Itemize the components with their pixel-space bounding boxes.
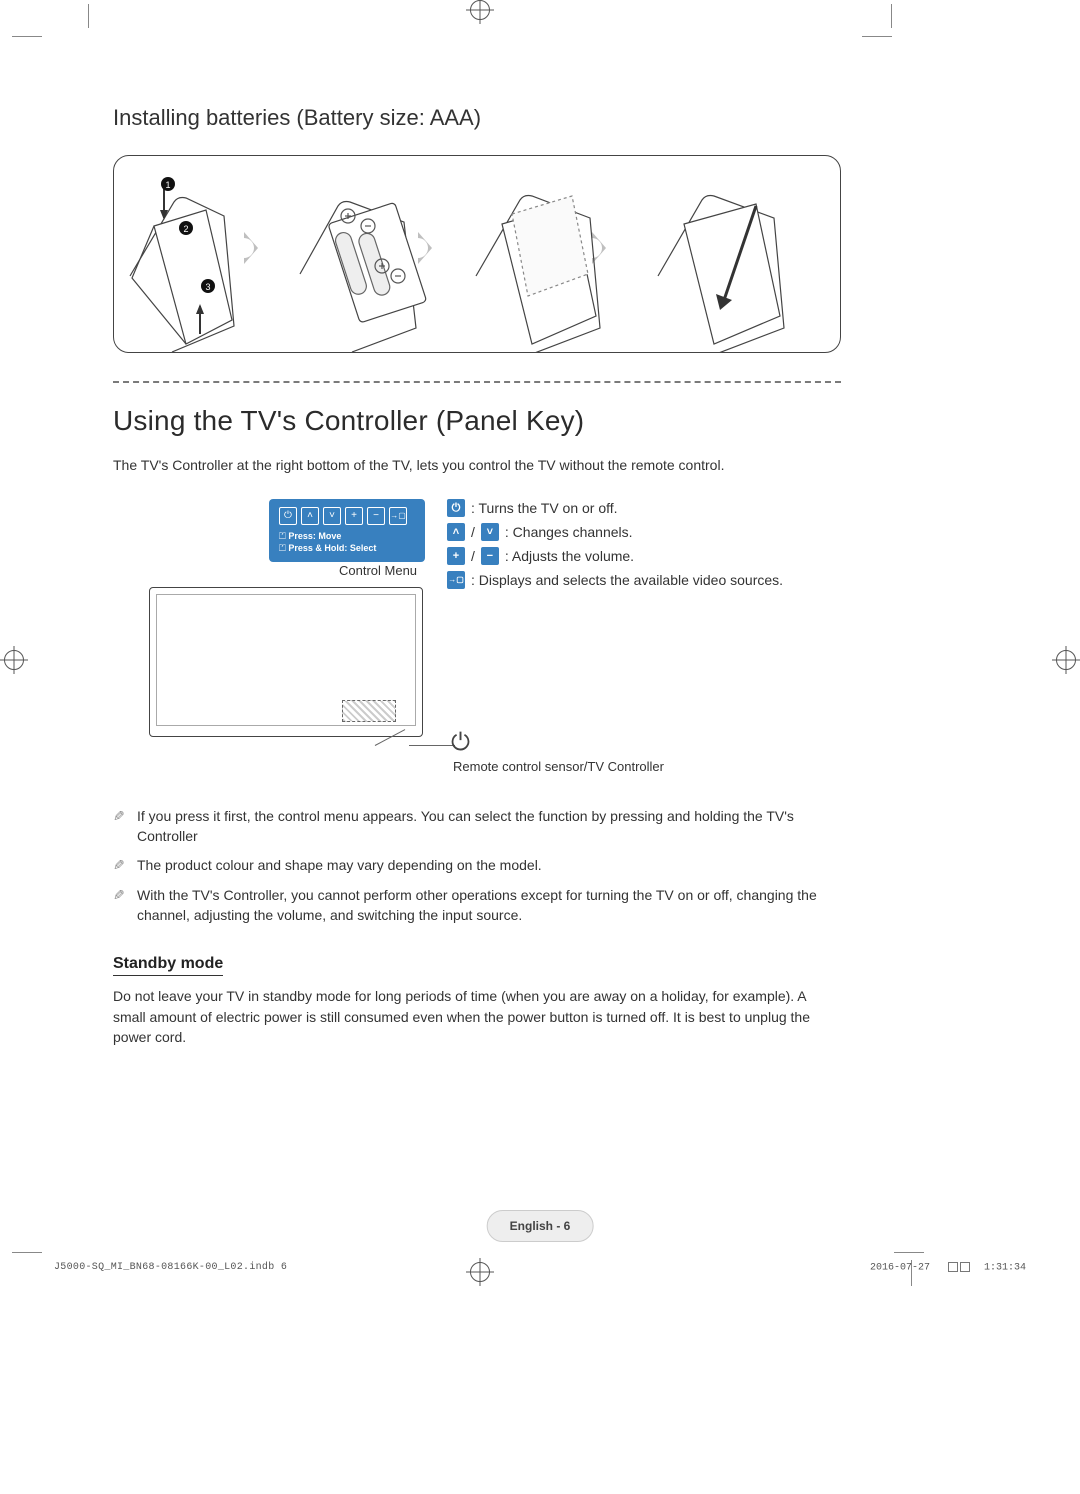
power-icon: ⏻	[447, 499, 465, 517]
note-item: With the TV's Controller, you cannot per…	[113, 886, 841, 925]
power-icon: ⏻	[279, 507, 297, 525]
press-hold-text: ⏍ Press & Hold: Select	[279, 543, 415, 554]
crop-mark	[894, 1252, 924, 1253]
notes-list: If you press it first, the control menu …	[113, 807, 841, 925]
crop-mark	[862, 36, 892, 37]
page-footer-pill: English - 6	[487, 1210, 594, 1242]
battery-install-svg: 1 2 3	[114, 156, 840, 352]
control-menu-label: Control Menu	[339, 563, 417, 578]
note-item: If you press it first, the control menu …	[113, 807, 841, 846]
minus-icon: −	[481, 547, 499, 565]
print-footer-right: 2016-07-27 1:31:34	[870, 1262, 1026, 1274]
leader-line	[409, 745, 455, 746]
power-icon: ⏻	[451, 729, 470, 757]
heading-using-controller: Using the TV's Controller (Panel Key)	[113, 405, 841, 437]
legend-channels-text: : Changes channels.	[505, 524, 633, 540]
svg-text:3: 3	[205, 282, 210, 292]
controller-location-marker	[342, 700, 396, 722]
registration-mark-icon	[4, 650, 24, 670]
sensor-label: Remote control sensor/TV Controller	[453, 759, 664, 774]
registration-mark-icon	[470, 0, 490, 20]
legend-volume-text: : Adjusts the volume.	[505, 548, 634, 564]
control-menu-box: ⏻ ˄ ˅ + − →▢ ⏍ Press: Move ⏍ Press & Hol…	[269, 499, 425, 562]
source-icon: →▢	[389, 507, 407, 525]
minus-icon: −	[367, 507, 385, 525]
print-footer-left: J5000-SQ_MI_BN68-08166K-00_L02.indb 6	[54, 1262, 287, 1273]
crop-mark	[12, 36, 42, 37]
tv-outline-diagram	[149, 587, 423, 737]
battery-install-diagram: 1 2 3	[113, 155, 841, 353]
note-item: The product colour and shape may vary de…	[113, 856, 841, 876]
key-legend: ⏻ : Turns the TV on or off. ˄ / ˅ : Chan…	[447, 499, 783, 595]
crop-mark	[891, 4, 892, 28]
plus-icon: +	[345, 507, 363, 525]
source-icon: →▢	[447, 571, 465, 589]
standby-body-text: Do not leave your TV in standby mode for…	[113, 986, 841, 1047]
plus-icon: +	[447, 547, 465, 565]
registration-mark-icon	[1056, 650, 1076, 670]
svg-text:1: 1	[165, 180, 170, 190]
crop-mark	[12, 1252, 42, 1253]
legend-source-text: : Displays and selects the available vid…	[471, 572, 783, 588]
legend-power-text: : Turns the TV on or off.	[471, 500, 618, 516]
svg-text:2: 2	[183, 224, 188, 234]
chevron-up-icon: ˄	[301, 507, 319, 525]
chevron-down-icon: ˅	[481, 523, 499, 541]
controller-intro-text: The TV's Controller at the right bottom …	[113, 455, 841, 475]
registration-mark-icon	[470, 1262, 490, 1282]
heading-install-batteries: Installing batteries (Battery size: AAA)	[113, 105, 841, 131]
section-divider	[113, 381, 841, 383]
chevron-down-icon: ˅	[323, 507, 341, 525]
crop-mark	[88, 4, 89, 28]
heading-standby-mode: Standby mode	[113, 955, 223, 976]
press-move-text: ⏍ Press: Move	[279, 531, 415, 542]
chevron-up-icon: ˄	[447, 523, 465, 541]
